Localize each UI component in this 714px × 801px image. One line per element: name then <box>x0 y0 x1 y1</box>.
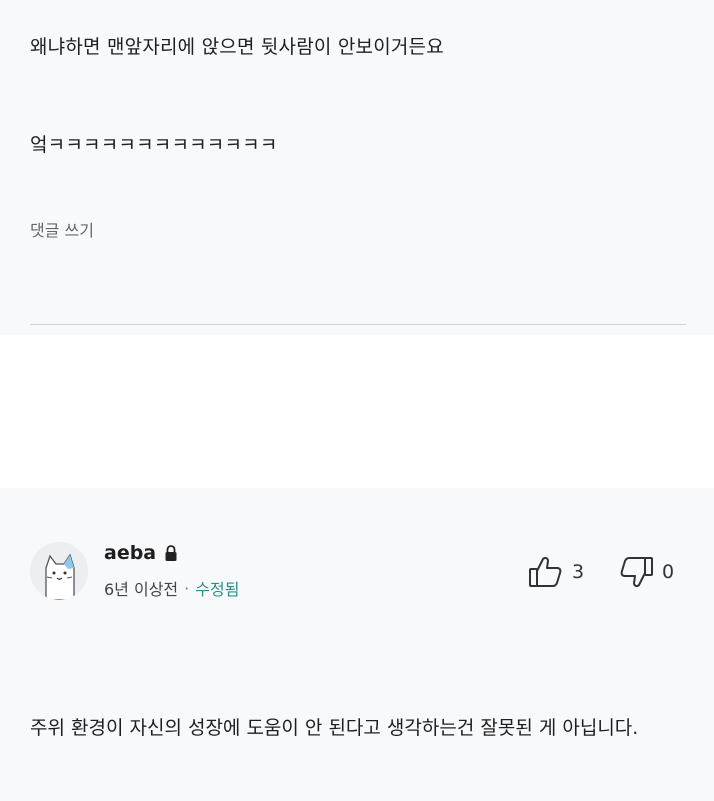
reply-thread: 왜냐하면 맨앞자리에 앉으면 뒷사람이 안보이거든요 엌ㅋㅋㅋㅋㅋㅋㅋㅋㅋㅋㅋㅋ… <box>0 0 714 335</box>
reply-text: 엌ㅋㅋㅋㅋㅋㅋㅋㅋㅋㅋㅋㅋㅋ <box>30 134 278 156</box>
thumbs-down-icon <box>620 557 653 588</box>
lock-icon <box>165 545 177 561</box>
section-gap <box>0 335 714 488</box>
dislike-count: 0 <box>662 561 675 583</box>
divider <box>30 324 686 325</box>
like-button[interactable]: 3 <box>528 554 584 590</box>
like-count: 3 <box>572 561 585 583</box>
edited-badge: 수정됨 <box>195 580 240 599</box>
meta-separator: · <box>184 578 190 598</box>
comment-timestamp: 6년 이상전 <box>104 580 179 599</box>
username[interactable]: aeba <box>104 542 156 564</box>
avatar[interactable] <box>30 542 88 600</box>
dislike-button[interactable]: 0 <box>618 554 674 590</box>
cat-avatar-icon <box>30 542 88 600</box>
comment-meta: 6년 이상전 · 수정됨 <box>104 576 239 600</box>
username-row: aeba <box>104 542 178 564</box>
comment-body: 주위 환경이 자신의 성장에 도움이 안 된다고 생각하는건 잘못된 게 아닙니… <box>30 717 639 739</box>
write-comment-link[interactable]: 댓글 쓰기 <box>30 217 94 241</box>
comment-card: aeba 6년 이상전 · 수정됨 3 0 주위 환경이 자신의 성장에 도움이… <box>0 488 714 801</box>
reply-text: 왜냐하면 맨앞자리에 앉으면 뒷사람이 안보이거든요 <box>30 36 444 58</box>
thumbs-up-icon <box>529 556 562 587</box>
